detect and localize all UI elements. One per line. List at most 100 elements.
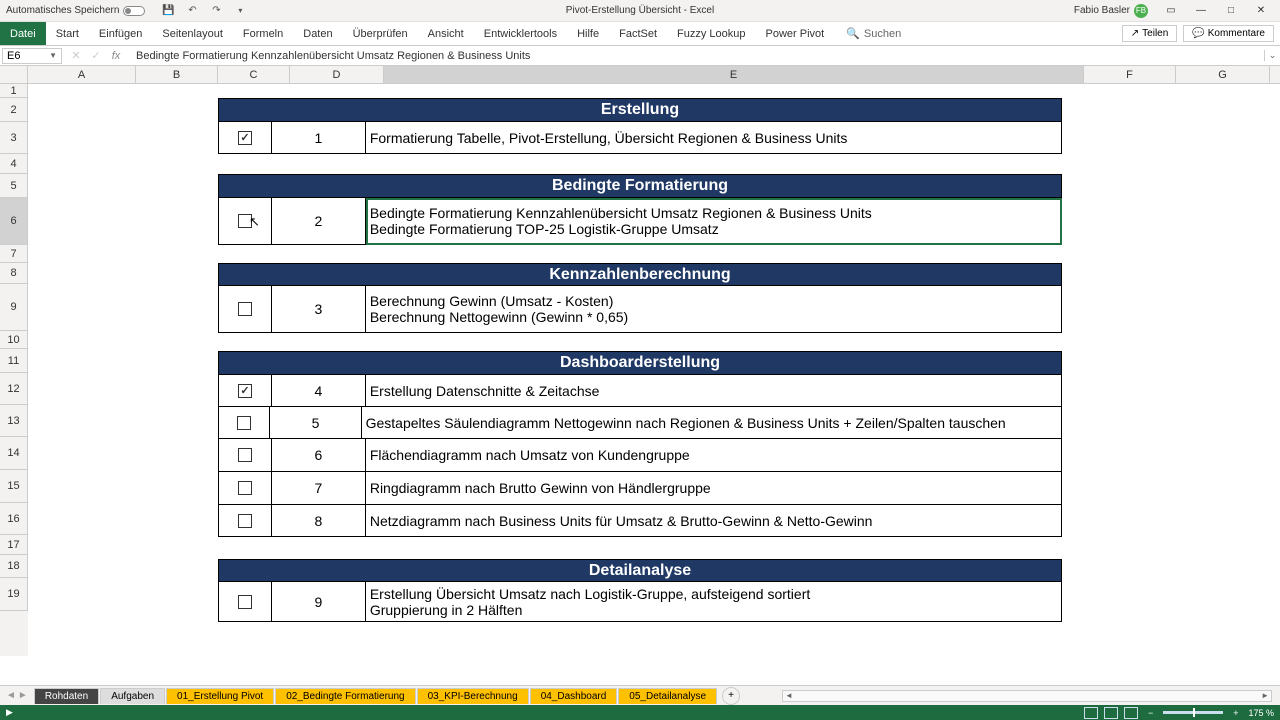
view-mode-icons[interactable] [1084, 707, 1138, 719]
col-header-b[interactable]: B [136, 66, 218, 83]
task-description[interactable]: Ringdiagramm nach Brutto Gewinn von Händ… [366, 472, 1062, 505]
file-tab[interactable]: Datei [0, 22, 46, 45]
sheet-tab-aufgaben[interactable]: Aufgaben [100, 688, 165, 704]
col-header-a[interactable]: A [28, 66, 136, 83]
tab-ansicht[interactable]: Ansicht [418, 22, 474, 45]
row-header-17[interactable]: 17 [0, 535, 28, 555]
zoom-in-icon[interactable]: + [1233, 708, 1238, 718]
sheet-tab-02[interactable]: 02_Bedingte Formatierung [275, 688, 415, 704]
tab-next-icon[interactable]: ► [18, 690, 28, 701]
task-description[interactable]: Erstellung Übersicht Umsatz nach Logisti… [366, 582, 1062, 622]
namebox-dropdown-icon[interactable]: ▼ [49, 51, 57, 60]
share-button[interactable]: ↗ Teilen [1122, 25, 1178, 42]
tab-daten[interactable]: Daten [293, 22, 342, 45]
toggle-switch-icon[interactable] [123, 6, 145, 16]
checkbox-icon[interactable] [237, 416, 251, 430]
sheet-cells[interactable]: Erstellung 1 Formatierung Tabelle, Pivot… [28, 84, 1280, 656]
checkbox-cell[interactable]: ↖ [218, 198, 272, 245]
zoom-slider[interactable] [1163, 711, 1223, 714]
row-header-3[interactable]: 3 [0, 122, 28, 154]
formula-input[interactable]: Bedingte Formatierung Kennzahlenübersich… [130, 50, 1264, 62]
expand-formula-bar-icon[interactable]: ⌄ [1264, 50, 1280, 61]
task-number[interactable]: 3 [272, 286, 366, 333]
comments-button[interactable]: 💬 Kommentare [1183, 25, 1274, 42]
ribbon-display-icon[interactable]: ▭ [1156, 0, 1186, 22]
row-header-8[interactable]: 8 [0, 263, 28, 284]
tab-seitenlayout[interactable]: Seitenlayout [152, 22, 233, 45]
autosave-toggle[interactable]: Automatisches Speichern [0, 5, 151, 16]
checkbox-icon[interactable] [238, 481, 252, 495]
zoom-out-icon[interactable]: − [1148, 708, 1153, 718]
checkbox-cell[interactable] [218, 286, 272, 333]
task-description-selected[interactable]: Bedingte Formatierung Kennzahlenübersich… [366, 198, 1062, 245]
sheet-tab-04[interactable]: 04_Dashboard [530, 688, 618, 704]
minimize-icon[interactable]: — [1186, 0, 1216, 22]
checkbox-icon[interactable] [238, 448, 252, 462]
customize-qat-icon[interactable]: ▾ [233, 4, 247, 18]
record-macro-icon[interactable]: ▶ [0, 707, 19, 718]
row-header-16[interactable]: 16 [0, 503, 28, 535]
row-header-19[interactable]: 19 [0, 578, 28, 611]
task-number[interactable]: 8 [272, 505, 366, 537]
row-header-18[interactable]: 18 [0, 555, 28, 578]
name-box[interactable]: E6 ▼ [2, 48, 62, 64]
row-header-1[interactable]: 1 [0, 84, 28, 98]
tab-hilfe[interactable]: Hilfe [567, 22, 609, 45]
tab-nav[interactable]: ◄► [0, 690, 34, 701]
sheet-tab-05[interactable]: 05_Detailanalyse [618, 688, 717, 704]
horizontal-scrollbar[interactable] [782, 690, 1272, 702]
enter-formula-icon[interactable]: ✓ [90, 49, 102, 62]
checkbox-cell[interactable] [218, 439, 272, 472]
sheet-tab-rohdaten[interactable]: Rohdaten [34, 688, 99, 704]
checkbox-cell[interactable] [218, 582, 272, 622]
task-number[interactable]: 1 [272, 122, 366, 154]
tab-einfuegen[interactable]: Einfügen [89, 22, 152, 45]
undo-icon[interactable]: ↶ [185, 4, 199, 18]
checkbox-cell[interactable] [218, 375, 272, 407]
col-header-d[interactable]: D [290, 66, 384, 83]
col-header-g[interactable]: G [1176, 66, 1270, 83]
tab-fuzzy-lookup[interactable]: Fuzzy Lookup [667, 22, 755, 45]
checkbox-icon[interactable] [238, 131, 252, 145]
normal-view-icon[interactable] [1084, 707, 1098, 719]
cancel-formula-icon[interactable]: ✕ [70, 49, 82, 62]
tab-entwicklertools[interactable]: Entwicklertools [474, 22, 567, 45]
task-description[interactable]: Erstellung Datenschnitte & Zeitachse [366, 375, 1062, 407]
checkbox-cell[interactable] [218, 472, 272, 505]
checkbox-icon[interactable] [238, 595, 252, 609]
task-number[interactable]: 4 [272, 375, 366, 407]
tab-factset[interactable]: FactSet [609, 22, 667, 45]
save-icon[interactable]: 💾 [161, 4, 175, 18]
task-description[interactable]: Berechnung Gewinn (Umsatz - Kosten) Bere… [366, 286, 1062, 333]
checkbox-icon[interactable] [238, 302, 252, 316]
row-header-13[interactable]: 13 [0, 405, 28, 437]
checkbox-cell[interactable] [218, 122, 272, 154]
fx-icon[interactable]: fx [110, 50, 122, 62]
task-description[interactable]: Formatierung Tabelle, Pivot-Erstellung, … [366, 122, 1062, 154]
task-number[interactable]: 2 [272, 198, 366, 245]
row-header-6[interactable]: 6 [0, 198, 28, 245]
user-account[interactable]: Fabio Basler FB [1074, 4, 1148, 18]
task-number[interactable]: 5 [270, 407, 361, 439]
new-sheet-button[interactable]: + [722, 687, 740, 705]
checkbox-cell[interactable] [218, 407, 270, 439]
col-header-c[interactable]: C [218, 66, 290, 83]
checkbox-icon[interactable] [238, 384, 252, 398]
row-header-2[interactable]: 2 [0, 98, 28, 122]
tab-formeln[interactable]: Formeln [233, 22, 293, 45]
row-header-4[interactable]: 4 [0, 154, 28, 174]
col-header-e[interactable]: E [384, 66, 1084, 83]
search-box[interactable]: 🔍 Suchen [846, 27, 901, 40]
task-description[interactable]: Flächendiagramm nach Umsatz von Kundengr… [366, 439, 1062, 472]
checkbox-cell[interactable] [218, 505, 272, 537]
row-header-11[interactable]: 11 [0, 349, 28, 373]
redo-icon[interactable]: ↷ [209, 4, 223, 18]
tab-power-pivot[interactable]: Power Pivot [756, 22, 835, 45]
row-header-14[interactable]: 14 [0, 437, 28, 470]
row-header-15[interactable]: 15 [0, 470, 28, 503]
task-number[interactable]: 9 [272, 582, 366, 622]
task-description[interactable]: Netzdiagramm nach Business Units für Ums… [366, 505, 1062, 537]
page-layout-view-icon[interactable] [1104, 707, 1118, 719]
tab-prev-icon[interactable]: ◄ [6, 690, 16, 701]
task-number[interactable]: 6 [272, 439, 366, 472]
